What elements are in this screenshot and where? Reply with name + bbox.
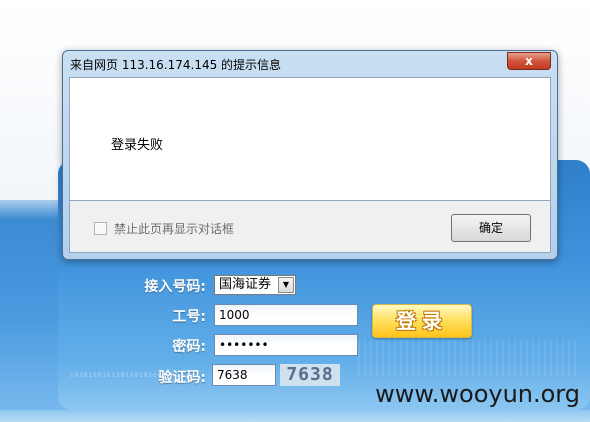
ok-button[interactable]: 确定: [451, 214, 531, 242]
page-bottom-band: [0, 410, 590, 422]
broker-label: 接入号码:: [144, 279, 206, 295]
broker-select[interactable]: 国海证券 ▼: [214, 275, 296, 295]
suppress-dialogs-label[interactable]: 禁止此页再显示对话框: [114, 220, 234, 237]
chevron-down-icon[interactable]: ▼: [278, 277, 294, 293]
dialog-message: 登录失败: [111, 138, 164, 153]
dialog-body: 登录失败: [69, 77, 551, 201]
broker-select-value: 国海证券: [219, 277, 272, 292]
dialog-footer: 禁止此页再显示对话框 确定: [69, 201, 551, 253]
alert-dialog: 来自网页 113.16.174.145 的提示信息 x 登录失败 禁止此页再显示…: [62, 50, 558, 260]
captcha-input[interactable]: 7638: [212, 364, 276, 386]
dialog-title: 来自网页 113.16.174.145 的提示信息: [70, 58, 282, 72]
employee-id-input[interactable]: 1000: [214, 304, 358, 326]
watermark: www.wooyun.org: [375, 380, 580, 408]
captcha-label: 验证码:: [158, 370, 206, 386]
password-label: 密码:: [172, 339, 206, 355]
close-button[interactable]: x: [507, 52, 551, 70]
login-button[interactable]: 登录: [372, 304, 472, 338]
captcha-image[interactable]: 7638: [280, 364, 340, 386]
close-icon: x: [525, 54, 533, 68]
suppress-dialogs-checkbox[interactable]: [94, 222, 107, 235]
password-input[interactable]: •••••••: [214, 334, 358, 356]
employee-id-label: 工号:: [172, 309, 206, 325]
